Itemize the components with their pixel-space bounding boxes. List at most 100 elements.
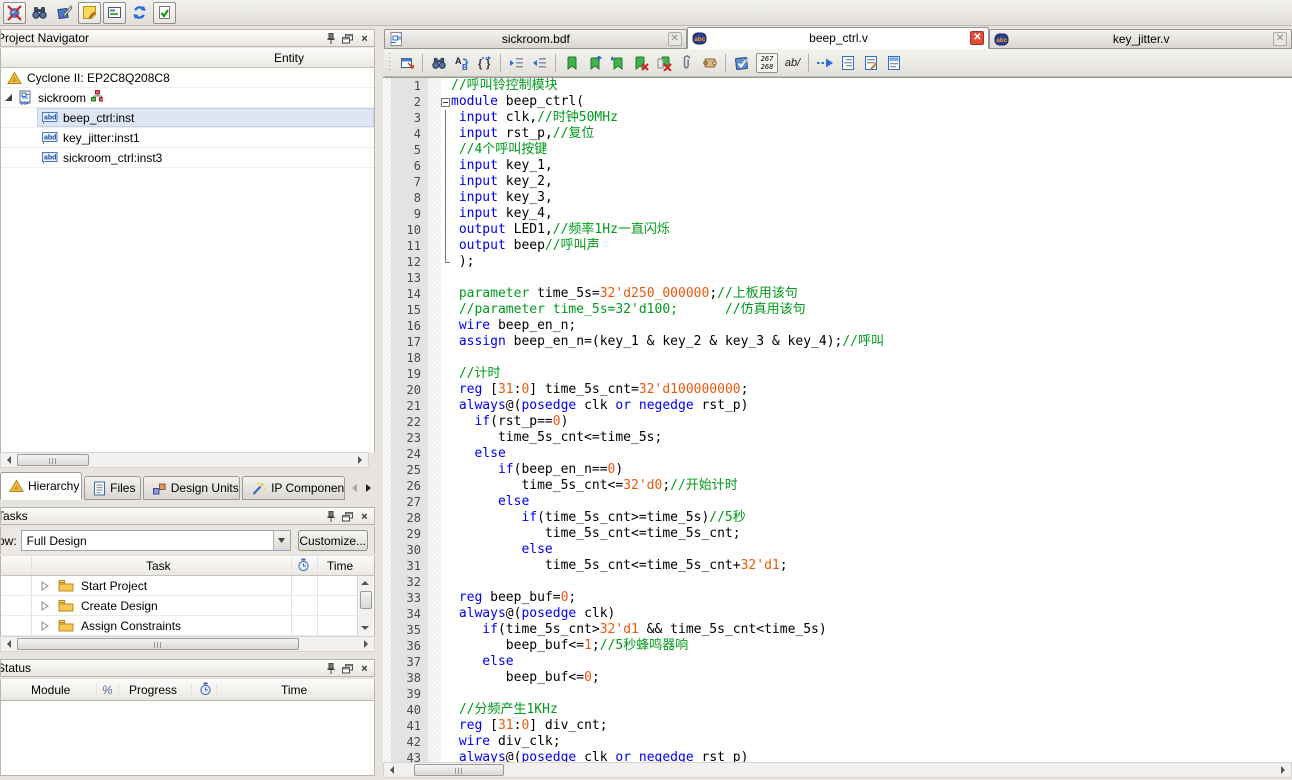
messages-toggle-button[interactable]: [103, 2, 126, 24]
panel-splitter[interactable]: [375, 27, 383, 780]
scroll-right-icon[interactable]: [1275, 763, 1291, 777]
doc-header-button[interactable]: [883, 52, 904, 73]
syntax-check-button[interactable]: [731, 52, 752, 73]
project-navigator-toggle-button[interactable]: [3, 2, 26, 24]
code-text: //parameter time_5s=32'd100; //仿真用该句: [451, 302, 806, 318]
pin-icon[interactable]: [324, 662, 337, 675]
replace-button[interactable]: AB: [451, 52, 472, 73]
close-tab-icon[interactable]: ✕: [668, 32, 682, 46]
word-wrap-button[interactable]: ab/: [782, 52, 803, 73]
bookmark-next-button[interactable]: [584, 52, 605, 73]
bookmark-button[interactable]: [561, 52, 582, 73]
tasks-vscrollbar[interactable]: [357, 576, 373, 636]
window-new-button[interactable]: [396, 52, 417, 73]
doc-edit-button[interactable]: [860, 52, 881, 73]
float-window-icon[interactable]: [341, 32, 354, 45]
code-line-16: 16 wire beep_en_n;: [383, 318, 1292, 334]
text-editor-button[interactable]: [53, 2, 76, 24]
scroll-left-icon[interactable]: [1, 453, 17, 467]
bookmark-prev-button[interactable]: [607, 52, 628, 73]
tasks-hscrollbar[interactable]: [0, 636, 375, 652]
tab-ip-componen[interactable]: IP Componen: [242, 476, 345, 500]
tab-hierarchy[interactable]: Hierarchy: [0, 472, 82, 500]
find-button[interactable]: [428, 52, 449, 73]
float-window-icon[interactable]: [341, 662, 354, 675]
gutter-margin: [383, 478, 391, 494]
close-panel-icon[interactable]: ×: [358, 32, 371, 45]
close-tab-icon[interactable]: ✕: [1273, 32, 1287, 46]
pin-icon[interactable]: [324, 32, 337, 45]
tab-scroll-right-icon[interactable]: [362, 478, 375, 498]
tasks-title: Tasks: [0, 508, 28, 524]
tab-files[interactable]: Files: [84, 476, 141, 500]
code-editor[interactable]: 1//呼叫铃控制模块2module beep_ctrl(3 input clk,…: [383, 77, 1292, 762]
line-number: 16: [391, 318, 428, 334]
line-number: 34: [391, 606, 428, 622]
gutter-margin: [383, 158, 391, 174]
flow-select[interactable]: Full Design: [21, 530, 291, 551]
collapsed-icon[interactable]: [41, 581, 49, 591]
project-navigator-hscrollbar[interactable]: [0, 452, 369, 468]
node-finder-button[interactable]: [28, 2, 51, 24]
close-panel-icon[interactable]: ×: [358, 662, 371, 675]
scrollbar-thumb[interactable]: [360, 591, 372, 609]
tree-item-beep-ctrl-inst[interactable]: abdbeep_ctrl:inst: [1, 108, 374, 128]
expander-expanded-icon[interactable]: [5, 94, 12, 101]
refresh-button[interactable]: [128, 2, 151, 24]
close-panel-icon[interactable]: ×: [358, 510, 371, 523]
task-row-assign-constraints[interactable]: Assign Constraints: [1, 616, 374, 636]
report-toggle-button[interactable]: [153, 2, 176, 24]
scroll-left-icon[interactable]: [384, 763, 400, 777]
close-tab-icon[interactable]: ✕: [970, 31, 984, 45]
scrollbar-thumb[interactable]: [17, 454, 89, 466]
collapsed-icon[interactable]: [41, 621, 49, 631]
editor-tab-beep-ctrl-v[interactable]: abcbeep_ctrl.v✕: [687, 27, 990, 49]
scrollbar-thumb[interactable]: [17, 638, 299, 650]
svg-text:{: {: [478, 58, 483, 70]
flow-value: Full Design: [27, 534, 87, 548]
attach-button[interactable]: [676, 52, 697, 73]
dropdown-arrow-icon[interactable]: [273, 531, 290, 550]
tree-item-label: key_jitter:inst1: [63, 131, 140, 145]
customize-button[interactable]: Customize...: [298, 530, 368, 551]
gutter-margin: [383, 750, 391, 762]
scroll-right-icon[interactable]: [358, 637, 374, 651]
tree-item-key-jitter-inst1[interactable]: abdkey_jitter:inst1: [1, 128, 374, 148]
bookmark-delete-all-button[interactable]: [653, 52, 674, 73]
scroll-left-icon[interactable]: [1, 637, 17, 651]
tree-item-cyclone-ii-ep2c8q208c8[interactable]: Cyclone II: EP2C8Q208C8: [1, 68, 374, 88]
editor-tab-sickroom-bdf[interactable]: sickroom.bdf✕: [384, 29, 687, 49]
task-row-create-design[interactable]: Create Design: [1, 596, 374, 616]
line-badge-button[interactable]: 267268: [754, 52, 780, 73]
fold-indicator: [441, 222, 451, 238]
scrollbar-thumb[interactable]: [414, 764, 504, 776]
fold-collapse-icon[interactable]: [441, 98, 450, 107]
toolbar-grip[interactable]: [387, 53, 391, 73]
pin-icon[interactable]: [324, 510, 337, 523]
toolbar-separator: [808, 54, 809, 72]
macro-button[interactable]: [699, 52, 720, 73]
bookmark-delete-button[interactable]: [630, 52, 651, 73]
match-brace-button[interactable]: {}: [474, 52, 495, 73]
editor-tab-key-jitter-v[interactable]: abckey_jitter.v✕: [989, 29, 1292, 49]
indent-button[interactable]: [506, 52, 527, 73]
tab-scroll-left-icon[interactable]: [348, 478, 361, 498]
scroll-right-icon[interactable]: [352, 453, 368, 467]
code-text: else: [451, 494, 529, 510]
tasks-toggle-button[interactable]: [78, 2, 101, 24]
tree-item-sickroom-ctrl-inst3[interactable]: abdsickroom_ctrl:inst3: [1, 148, 374, 168]
float-window-icon[interactable]: [341, 510, 354, 523]
tree-item-sickroom[interactable]: BDFsickroom: [1, 88, 374, 108]
task-row-start-project[interactable]: Start Project: [1, 576, 374, 596]
editor-hscrollbar[interactable]: [383, 762, 1292, 778]
fold-indicator: [441, 430, 451, 446]
doc-lines-button[interactable]: [837, 52, 858, 73]
scroll-up-icon[interactable]: [358, 576, 372, 590]
scroll-down-icon[interactable]: [358, 621, 372, 635]
tab-design-units[interactable]: Design Units: [143, 476, 240, 500]
goto-arrow-button[interactable]: [814, 52, 835, 73]
tree-item-label: sickroom: [38, 91, 86, 105]
editor-tab-label: sickroom.bdf: [404, 32, 668, 46]
collapsed-icon[interactable]: [41, 601, 49, 611]
unindent-button[interactable]: [529, 52, 550, 73]
